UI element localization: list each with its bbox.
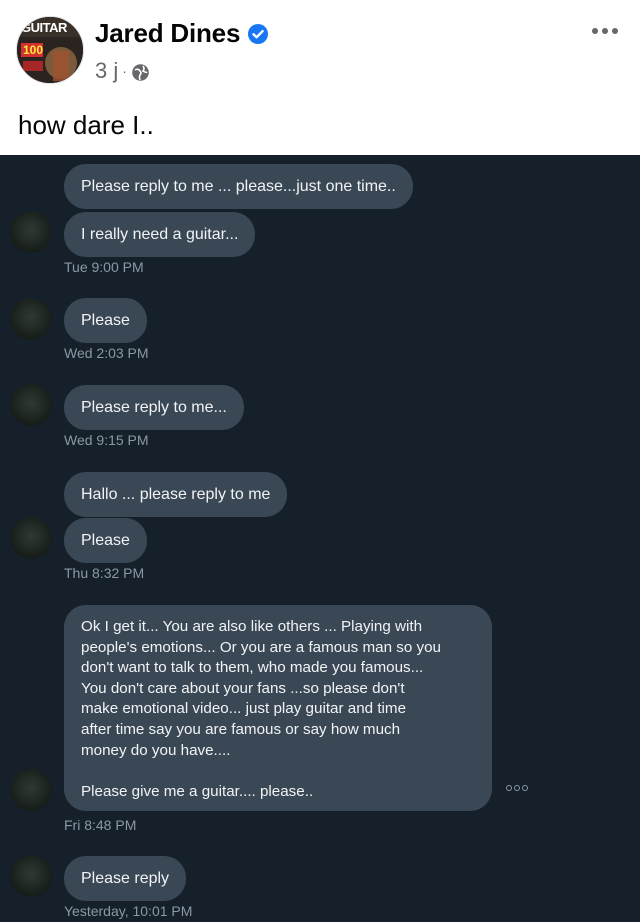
post-header: GUITAR 100 Jared Dines 3 j · how dare I.… bbox=[0, 0, 640, 155]
post-time[interactable]: 3 j bbox=[95, 58, 118, 84]
public-globe-icon bbox=[131, 62, 150, 81]
sender-avatar bbox=[10, 769, 52, 811]
long-message-bubble: Ok I get it... You are also like others … bbox=[64, 605, 492, 811]
sender-avatar bbox=[10, 211, 52, 253]
message-bubble: Please reply to me... bbox=[64, 385, 244, 430]
message-bubble: Hallo ... please reply to me bbox=[64, 472, 288, 517]
message-bubble: I really need a guitar... bbox=[64, 212, 256, 257]
more-dot-icon bbox=[612, 28, 618, 34]
sender-avatar bbox=[10, 298, 52, 340]
avatar-number-text: 100 bbox=[23, 43, 44, 57]
message-timestamp: Wed 9:15 PM bbox=[64, 432, 149, 448]
author-name[interactable]: Jared Dines bbox=[95, 18, 240, 49]
more-dot-icon bbox=[592, 28, 598, 34]
chat-screenshot: Please reply to me ... please...just one… bbox=[0, 155, 640, 922]
message-more-options-icon[interactable] bbox=[506, 783, 532, 793]
verified-badge-icon bbox=[247, 23, 269, 45]
post-caption: how dare I.. bbox=[18, 110, 154, 140]
message-bubble: Please bbox=[64, 518, 147, 563]
message-timestamp: Tue 9:00 PM bbox=[64, 259, 144, 275]
message-timestamp: Thu 8:32 PM bbox=[64, 565, 145, 581]
message-bubble: Please reply bbox=[64, 856, 187, 901]
author-name-row: Jared Dines bbox=[95, 18, 269, 49]
sender-avatar bbox=[10, 855, 52, 897]
message-bubble: Please reply to me ... please...just one… bbox=[64, 164, 413, 209]
author-avatar[interactable]: GUITAR 100 bbox=[16, 16, 84, 84]
sender-avatar bbox=[10, 384, 52, 426]
meta-separator: · bbox=[122, 63, 127, 79]
more-dot-icon bbox=[602, 28, 608, 34]
message-timestamp: Fri 8:48 PM bbox=[64, 817, 137, 833]
post-more-options-button[interactable] bbox=[588, 16, 622, 46]
message-timestamp: Yesterday, 10:01 PM bbox=[64, 903, 193, 919]
post-meta: 3 j · bbox=[95, 58, 150, 84]
message-bubble: Please bbox=[64, 298, 147, 343]
sender-avatar bbox=[10, 517, 52, 559]
avatar-title-text: GUITAR bbox=[21, 20, 67, 35]
message-timestamp: Wed 2:03 PM bbox=[64, 345, 149, 361]
